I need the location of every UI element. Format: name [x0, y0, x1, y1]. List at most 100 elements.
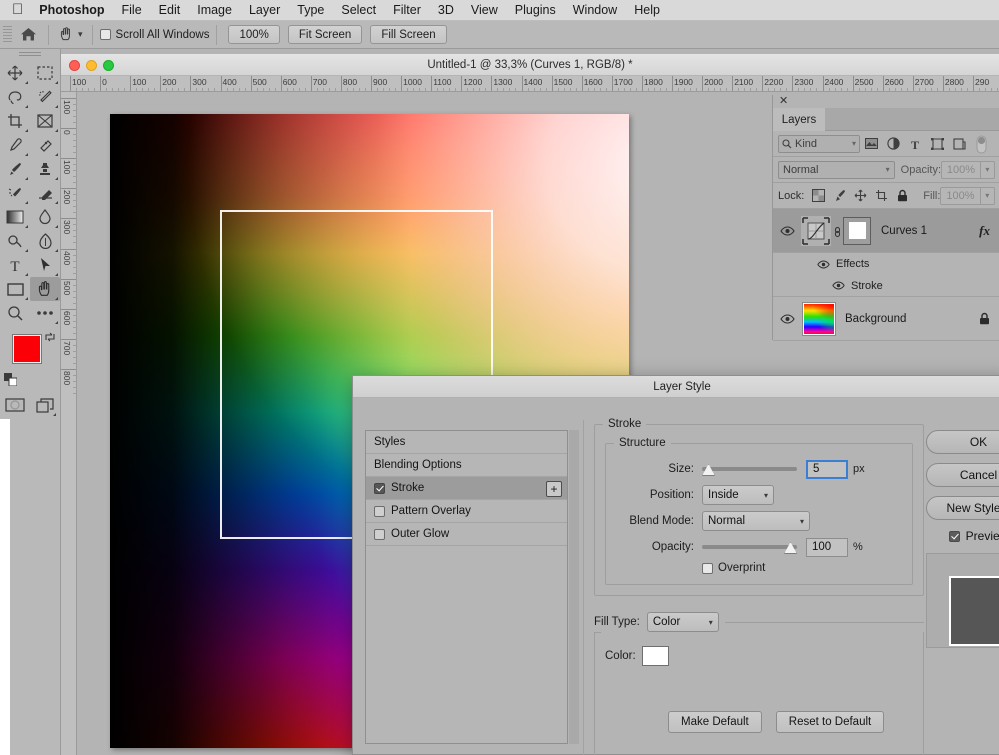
chevron-down-icon[interactable]: ▾ — [852, 139, 856, 148]
opacity-input[interactable]: 100 — [806, 537, 848, 557]
list-item-stroke-effect[interactable]: Stroke — [773, 275, 999, 297]
lock-position-icon[interactable] — [850, 186, 871, 206]
list-item-effects[interactable]: Effects — [773, 253, 999, 275]
move-tool[interactable] — [0, 61, 30, 85]
make-default-button[interactable]: Make Default — [668, 711, 762, 733]
preview-checkbox[interactable] — [948, 530, 960, 542]
menu-layer[interactable]: Layer — [249, 3, 280, 17]
menu-filter[interactable]: Filter — [393, 3, 421, 17]
cancel-button[interactable]: Cancel — [926, 463, 999, 487]
effects-list-scrollbar[interactable] — [569, 430, 579, 744]
menu-help[interactable]: Help — [634, 3, 660, 17]
position-select[interactable]: Inside ▾ — [702, 485, 774, 505]
lasso-tool[interactable] — [0, 85, 30, 109]
lock-icon[interactable] — [979, 312, 999, 325]
screen-mode-icon[interactable] — [32, 393, 58, 417]
zoom-tool[interactable] — [0, 301, 30, 325]
menu-type[interactable]: Type — [297, 3, 324, 17]
opacity-slider[interactable] — [702, 540, 797, 554]
blend-mode-select[interactable]: Normal ▾ — [778, 160, 895, 179]
overprint-checkbox[interactable] — [702, 562, 713, 574]
close-icon[interactable]: ✕ — [779, 96, 788, 107]
shape-filter-icon[interactable] — [926, 134, 948, 154]
add-stroke-button[interactable]: + — [546, 480, 562, 497]
apple-logo-icon[interactable]:  — [12, 2, 23, 17]
home-icon[interactable] — [15, 27, 41, 42]
eraser-tool[interactable] — [30, 181, 60, 205]
magic-wand-tool[interactable] — [30, 85, 60, 109]
table-row[interactable]: Background — [773, 297, 999, 341]
preview-row[interactable]: Preview — [926, 529, 999, 543]
list-item-blending-options[interactable]: Blending Options — [366, 454, 567, 477]
smartobject-filter-icon[interactable] — [948, 134, 970, 154]
layer-mask-thumbnail[interactable] — [843, 216, 871, 245]
tab-layers[interactable]: Layers — [773, 108, 825, 131]
menu-plugins[interactable]: Plugins — [515, 3, 556, 17]
layer-name[interactable]: Background — [835, 313, 979, 325]
lock-all-icon[interactable] — [892, 186, 913, 206]
pattern-overlay-checkbox[interactable] — [374, 505, 385, 517]
horizontal-ruler[interactable]: 100 0 100 200 300 400 500 600 700 800 900 1000 1100 1… — [61, 76, 999, 92]
options-bar-grip[interactable] — [3, 25, 12, 44]
fill-stepper-icon[interactable]: ▾ — [980, 186, 995, 205]
adjustment-filter-icon[interactable] — [882, 134, 904, 154]
layer-fx-badge[interactable]: fx — [979, 223, 999, 239]
stroke-color-swatch[interactable] — [641, 646, 669, 666]
fill-value[interactable]: 100% — [940, 186, 981, 205]
filter-toggle-icon[interactable] — [970, 134, 992, 154]
layer-name[interactable]: Curves 1 — [871, 225, 979, 237]
eye-icon[interactable] — [817, 260, 830, 269]
clone-stamp-tool[interactable] — [30, 157, 60, 181]
close-window-button[interactable] — [69, 60, 80, 71]
menu-image[interactable]: Image — [197, 3, 232, 17]
zoom-100-button[interactable]: 100% — [228, 25, 280, 44]
active-tool-hand[interactable]: ▾ — [56, 26, 85, 43]
frame-tool[interactable] — [30, 109, 60, 133]
menu-photoshop[interactable]: Photoshop — [39, 3, 104, 17]
document-title-bar[interactable]: Untitled-1 @ 33,3% (Curves 1, RGB/8) * — [61, 54, 999, 76]
list-item-outer-glow[interactable]: Outer Glow — [366, 523, 567, 546]
ok-button[interactable]: OK — [926, 430, 999, 454]
size-slider[interactable] — [702, 462, 797, 476]
stroke-checkbox[interactable] — [374, 482, 385, 494]
lock-artboard-icon[interactable] — [871, 186, 892, 206]
minimize-window-button[interactable] — [86, 60, 97, 71]
hand-tool[interactable] — [30, 277, 60, 301]
checkbox-box[interactable] — [99, 29, 111, 40]
vertical-ruler[interactable]: 100 0 100 200 300 400 500 600 700 800 — [61, 92, 77, 755]
eraser-measure-tool[interactable] — [30, 133, 60, 157]
menu-file[interactable]: File — [122, 3, 142, 17]
blur-tool[interactable] — [30, 205, 60, 229]
eye-icon[interactable] — [773, 313, 801, 324]
blend-mode-select[interactable]: Normal ▾ — [702, 511, 810, 531]
scroll-all-windows-checkbox[interactable]: Scroll All Windows — [99, 29, 209, 41]
opacity-stepper-icon[interactable]: ▾ — [980, 160, 996, 179]
size-input[interactable]: 5 — [806, 459, 848, 479]
curves-thumbnail[interactable] — [801, 215, 831, 246]
list-item-pattern-overlay[interactable]: Pattern Overlay — [366, 500, 567, 523]
opacity-value[interactable]: 100% — [941, 160, 981, 179]
quick-mask-icon[interactable] — [2, 393, 28, 417]
toolbar-grip[interactable] — [0, 49, 60, 61]
menu-window[interactable]: Window — [573, 3, 617, 17]
menu-3d[interactable]: 3D — [438, 3, 454, 17]
pen-tool[interactable] — [30, 229, 60, 253]
history-brush-tool[interactable] — [0, 181, 30, 205]
pixel-filter-icon[interactable] — [860, 134, 882, 154]
eye-icon[interactable] — [832, 281, 845, 290]
list-item-styles[interactable]: Styles — [366, 431, 567, 454]
maximize-window-button[interactable] — [103, 60, 114, 71]
gradient-tool[interactable] — [0, 205, 30, 229]
lock-image-icon[interactable] — [829, 186, 850, 206]
menu-edit[interactable]: Edit — [159, 3, 181, 17]
fill-type-select[interactable]: Color ▾ — [646, 612, 719, 632]
background-thumbnail[interactable] — [802, 301, 836, 336]
edit-toolbar-tool[interactable] — [30, 301, 60, 325]
swap-colors-icon[interactable] — [44, 331, 56, 343]
foreground-color-swatch[interactable] — [13, 335, 41, 363]
link-icon[interactable] — [831, 224, 843, 238]
crop-tool[interactable] — [0, 109, 30, 133]
rectangle-tool[interactable] — [0, 277, 30, 301]
new-style-button[interactable]: New Style... — [926, 496, 999, 520]
reset-to-default-button[interactable]: Reset to Default — [775, 711, 885, 733]
